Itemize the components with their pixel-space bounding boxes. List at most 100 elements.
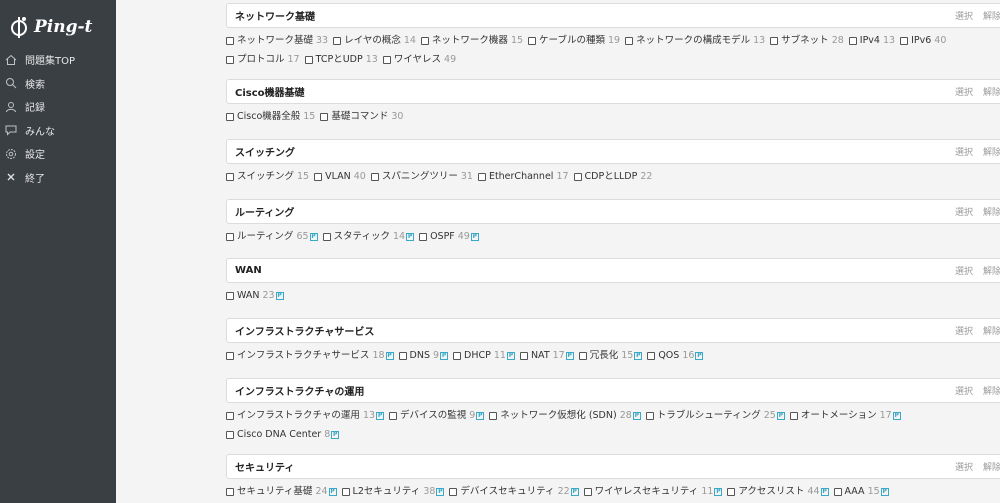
- checkbox[interactable]: [489, 412, 498, 421]
- select-all-button[interactable]: 選択: [955, 85, 973, 98]
- topic-checkbox-item[interactable]: AAA 15 P: [833, 484, 889, 501]
- topic-checkbox-item[interactable]: インフラストラクチャサービス 18 P: [226, 348, 394, 365]
- checkbox[interactable]: [770, 37, 779, 46]
- topic-checkbox-item[interactable]: ネットワーク機器 15: [420, 33, 523, 50]
- sidebar-item-top[interactable]: 問題集TOP: [0, 48, 116, 72]
- topic-checkbox-item[interactable]: L2セキュリティ 38 P: [341, 484, 445, 501]
- checkbox[interactable]: [226, 37, 234, 46]
- topic-checkbox-item[interactable]: ルーティング 65 P: [226, 229, 318, 246]
- topic-checkbox-item[interactable]: DNS 9 P: [398, 348, 449, 365]
- topic-checkbox-item[interactable]: ネットワークの構成モデル 13: [625, 33, 765, 50]
- sidebar-item-exit[interactable]: 終了: [0, 166, 116, 190]
- logo[interactable]: Ping-t: [0, 0, 116, 42]
- checkbox[interactable]: [226, 173, 234, 182]
- checkbox[interactable]: [226, 233, 234, 242]
- checkbox[interactable]: [226, 431, 234, 439]
- clear-all-button[interactable]: 解除: [983, 384, 1000, 397]
- topic-checkbox-item[interactable]: トラブルシューティング 25 P: [645, 408, 785, 425]
- topic-checkbox-item[interactable]: ワイヤレス 49: [382, 52, 456, 69]
- topic-checkbox-item[interactable]: EtherChannel 17: [477, 169, 569, 186]
- topic-checkbox-item[interactable]: OSPF 49 P: [419, 229, 479, 246]
- topic-checkbox-item[interactable]: レイヤの概念 14: [333, 33, 416, 50]
- topic-checkbox-item[interactable]: プロトコル 17: [226, 52, 300, 69]
- checkbox[interactable]: [573, 173, 582, 182]
- topic-checkbox-item[interactable]: NAT 17 P: [519, 348, 574, 365]
- checkbox[interactable]: [420, 37, 429, 46]
- topic-checkbox-item[interactable]: デバイスセキュリティ 22 P: [449, 484, 579, 501]
- checkbox[interactable]: [382, 56, 391, 64]
- checkbox[interactable]: [449, 488, 458, 497]
- checkbox[interactable]: [583, 488, 592, 497]
- clear-all-button[interactable]: 解除: [983, 145, 1000, 158]
- topic-checkbox-item[interactable]: IPv6 40: [900, 33, 946, 50]
- topic-checkbox-item[interactable]: サブネット 28: [770, 33, 844, 50]
- checkbox[interactable]: [226, 488, 234, 497]
- topic-checkbox-item[interactable]: WAN 23 P: [226, 288, 284, 305]
- topic-checkbox-item[interactable]: デバイスの監視 9 P: [389, 408, 485, 425]
- checkbox[interactable]: [625, 37, 634, 46]
- checkbox[interactable]: [314, 173, 323, 182]
- checkbox[interactable]: [333, 37, 342, 46]
- topic-checkbox-item[interactable]: ネットワーク基礎 33: [226, 33, 328, 50]
- checkbox[interactable]: [370, 173, 379, 182]
- checkbox[interactable]: [398, 352, 407, 361]
- checkbox[interactable]: [789, 412, 798, 421]
- checkbox[interactable]: [389, 412, 398, 421]
- topic-checkbox-item[interactable]: 冗長化 15 P: [578, 348, 643, 365]
- topic-checkbox-item[interactable]: CDPとLLDP 22: [573, 169, 652, 186]
- select-all-button[interactable]: 選択: [955, 9, 973, 22]
- checkbox[interactable]: [578, 352, 587, 361]
- select-all-button[interactable]: 選択: [955, 264, 973, 277]
- select-all-button[interactable]: 選択: [955, 145, 973, 158]
- sidebar-item-settings[interactable]: 設定: [0, 142, 116, 166]
- topic-checkbox-item[interactable]: スイッチング 15: [226, 169, 309, 186]
- select-all-button[interactable]: 選択: [955, 205, 973, 218]
- sidebar-item-search[interactable]: 検索: [0, 72, 116, 96]
- sidebar-item-record[interactable]: 記録: [0, 95, 116, 119]
- clear-all-button[interactable]: 解除: [983, 324, 1000, 337]
- select-all-button[interactable]: 選択: [955, 384, 973, 397]
- clear-all-button[interactable]: 解除: [983, 85, 1000, 98]
- checkbox[interactable]: [226, 113, 234, 122]
- checkbox[interactable]: [647, 352, 656, 361]
- checkbox[interactable]: [226, 352, 234, 361]
- checkbox[interactable]: [226, 292, 234, 301]
- topic-checkbox-item[interactable]: IPv4 13: [848, 33, 895, 50]
- checkbox[interactable]: [727, 488, 736, 497]
- checkbox[interactable]: [226, 412, 234, 421]
- checkbox[interactable]: [645, 412, 654, 421]
- checkbox[interactable]: [519, 352, 528, 361]
- select-all-button[interactable]: 選択: [955, 460, 973, 473]
- clear-all-button[interactable]: 解除: [983, 264, 1000, 277]
- checkbox[interactable]: [453, 352, 462, 361]
- sidebar-item-community[interactable]: みんな: [0, 119, 116, 143]
- checkbox[interactable]: [477, 173, 486, 182]
- checkbox[interactable]: [322, 233, 331, 242]
- checkbox[interactable]: [226, 56, 234, 64]
- topic-checkbox-item[interactable]: ケーブルの種類 19: [528, 33, 620, 50]
- clear-all-button[interactable]: 解除: [983, 9, 1000, 22]
- checkbox[interactable]: [528, 37, 537, 46]
- topic-checkbox-item[interactable]: ネットワーク仮想化 (SDN) 28 P: [489, 408, 641, 425]
- checkbox[interactable]: [848, 37, 857, 46]
- topic-checkbox-item[interactable]: スパニングツリー 31: [370, 169, 473, 186]
- checkbox[interactable]: [900, 37, 909, 46]
- topic-checkbox-item[interactable]: Cisco DNA Center 8 P: [226, 427, 340, 444]
- topic-checkbox-item[interactable]: QOS 16 P: [647, 348, 704, 365]
- topic-checkbox-item[interactable]: アクセスリスト 44 P: [727, 484, 829, 501]
- checkbox[interactable]: [341, 488, 350, 497]
- checkbox[interactable]: [320, 113, 329, 122]
- topic-checkbox-item[interactable]: Cisco機器全般 15: [226, 109, 315, 126]
- topic-checkbox-item[interactable]: VLAN 40: [314, 169, 366, 186]
- topic-checkbox-item[interactable]: オートメーション 17 P: [789, 408, 901, 425]
- topic-checkbox-item[interactable]: DHCP 11 P: [453, 348, 515, 365]
- clear-all-button[interactable]: 解除: [983, 205, 1000, 218]
- topic-checkbox-item[interactable]: スタティック 14 P: [322, 229, 415, 246]
- clear-all-button[interactable]: 解除: [983, 460, 1000, 473]
- topic-checkbox-item[interactable]: セキュリティ基礎 24 P: [226, 484, 337, 501]
- topic-checkbox-item[interactable]: TCPとUDP 13: [304, 52, 378, 69]
- topic-checkbox-item[interactable]: ワイヤレスセキュリティ 11 P: [583, 484, 723, 501]
- checkbox[interactable]: [304, 56, 313, 64]
- topic-checkbox-item[interactable]: インフラストラクチャの運用 13 P: [226, 408, 385, 425]
- topic-checkbox-item[interactable]: 基礎コマンド 30: [320, 109, 403, 126]
